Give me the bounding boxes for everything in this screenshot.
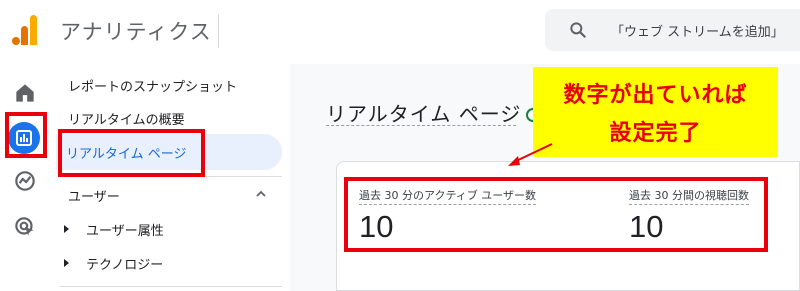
expand-arrow-icon[interactable] (64, 225, 69, 233)
chevron-up-icon[interactable] (254, 187, 268, 201)
callout-annotation: 数字が出ていれば 設定完了 (533, 67, 778, 157)
title-underline (326, 125, 516, 126)
left-rail (0, 64, 52, 291)
home-icon[interactable] (12, 80, 38, 106)
search-input[interactable]: 「ウェブ ストリームを追加」 (545, 9, 800, 51)
page-title: リアルタイム ページ (326, 102, 522, 126)
callout-line-1: 数字が出ていれば (563, 83, 748, 108)
analytics-logo-icon[interactable] (10, 13, 40, 45)
expand-arrow-icon[interactable] (64, 259, 69, 267)
rail-highlight-box (5, 112, 47, 158)
app-title: アナリティクス (60, 20, 212, 44)
nav-item-snapshot[interactable]: レポートのスナップショット (68, 76, 237, 95)
callout-arrow-icon (508, 143, 553, 166)
nav-divider (60, 286, 282, 287)
search-icon (570, 22, 586, 38)
header-divider (218, 14, 219, 48)
app-header: アナリティクス 「ウェブ ストリームを追加」 (0, 0, 800, 64)
nav-item-demographics[interactable]: ユーザー属性 (86, 220, 164, 239)
nav-section-users[interactable]: ユーザー (68, 186, 120, 205)
explore-icon[interactable] (12, 168, 38, 194)
nav-item-realtime-overview[interactable]: リアルタイムの概要 (68, 109, 185, 128)
metrics-highlight-box (344, 177, 768, 252)
nav-highlight-box (58, 129, 205, 177)
search-placeholder: 「ウェブ ストリームを追加」 (611, 25, 784, 40)
reports-nav: レポートのスナップショット リアルタイムの概要 リアルタイム ページ ユーザー … (52, 64, 290, 291)
callout-line-2: 設定完了 (609, 121, 702, 146)
advertising-icon[interactable] (12, 214, 38, 240)
nav-item-technology[interactable]: テクノロジー (86, 254, 163, 273)
